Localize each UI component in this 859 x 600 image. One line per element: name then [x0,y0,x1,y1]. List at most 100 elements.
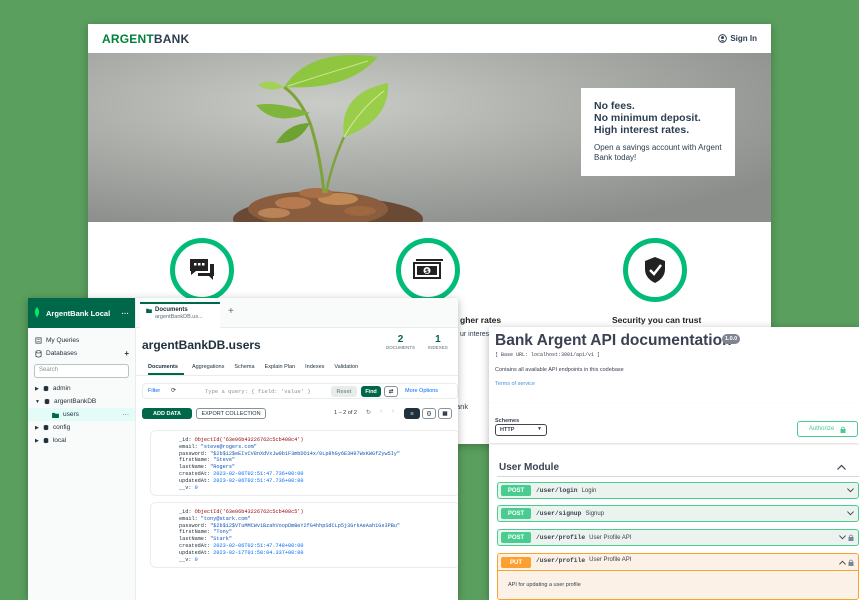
api-description: Contains all available API endpoints in … [495,367,624,373]
operation-path: /user/profile [536,557,586,564]
add-data-button[interactable]: ADD DATA [142,408,192,419]
filter-label[interactable]: Filter [148,388,160,394]
tab-label: Documents [155,307,188,313]
new-tab-button[interactable]: + [228,306,234,317]
subtab-validation[interactable]: Validation [330,360,364,375]
document-card[interactable]: _id: ObjectId('63e06b43226762c5cb408c4')… [150,430,458,497]
my-queries-label: My Queries [46,337,80,344]
subtab-explain-plan[interactable]: Explain Plan [261,360,302,375]
method-badge: PUT [501,557,531,568]
prev-page-icon[interactable]: ‹ [380,408,382,415]
add-database-icon[interactable]: + [124,349,129,358]
scheme-select[interactable]: HTTP ▼ [495,424,547,436]
documents-count: 2 DOCUMENTS [386,334,415,350]
more-options-link[interactable]: More Options [405,388,438,394]
collection-title: argentBankDB.users [142,338,261,352]
api-title: Bank Argent API documentation [495,332,732,349]
expand-caret-icon[interactable]: ▶ [35,386,39,392]
tab-documents[interactable]: Documents argentBankDB.us... [140,302,220,328]
chat-icon [190,259,214,280]
sign-in-link[interactable]: Sign In [718,34,757,43]
chevron-down-icon [847,488,854,493]
next-page-icon[interactable]: › [392,408,394,415]
terms-of-service-link[interactable]: Terms of service [495,381,535,387]
document-card[interactable]: _id: ObjectId('63e06b43226762c5cb408c5')… [150,502,458,569]
collection-item-users[interactable]: users ··· [28,408,135,421]
documents-pane: argentBankDB.users 2 DOCUMENTS 1 INDEXES… [136,328,458,600]
operation-post-user-profile[interactable]: POST /user/profile User Profile API [497,529,859,546]
db-item-local[interactable]: ▶ local [28,434,135,447]
db-label: local [52,437,67,444]
chevron-down-icon [847,511,854,516]
subtab-schema[interactable]: Schema [230,360,260,375]
authorize-button[interactable]: Authorize [797,421,858,437]
operation-post-user-login[interactable]: POST /user/login Login [497,482,859,499]
connection-header[interactable]: ArgentBank Local ··· [28,298,135,328]
query-history-icon[interactable]: ⟳ [171,387,176,394]
compass-window: ArgentBank Local ··· My Queries Database… [28,298,458,600]
doc-firstname-value: "Tony" [213,529,232,536]
operation-post-user-signup[interactable]: POST /user/signup Signup [497,505,859,522]
export-collection-button[interactable]: EXPORT COLLECTION [196,408,266,419]
table-view-icon[interactable]: ▦ [438,408,452,419]
doc-firstname-value: "Steve" [213,457,236,464]
list-view-icon[interactable]: ≡ [404,408,420,419]
subtab-indexes[interactable]: Indexes [301,360,330,375]
database-icon [43,437,49,444]
db-label: config [52,424,71,431]
indexes-count-label: INDEXES [428,345,448,350]
user-module-section-header[interactable]: User Module [497,459,859,477]
reset-button[interactable]: Reset [331,386,357,397]
collapse-caret-icon[interactable]: ▼ [35,399,40,405]
mongodb-leaf-icon [34,307,40,319]
compass-tabbar: Documents argentBankDB.us... + [136,298,458,328]
chevron-down-icon [839,535,846,540]
method-badge: POST [501,485,531,496]
compass-sidebar: ArgentBank Local ··· My Queries Database… [28,298,136,600]
db-label: argentBankDB [53,398,97,405]
expand-caret-icon[interactable]: ▶ [35,438,39,444]
sidebar-item-my-queries[interactable]: My Queries [28,334,135,347]
connection-more-icon[interactable]: ··· [122,309,130,318]
sidebar-search-input[interactable]: Search [34,364,129,378]
query-input[interactable]: Type a query: { field: 'value' } [205,388,311,395]
db-item-admin[interactable]: ▶ admin [28,382,135,395]
operation-summary: Signup [585,510,605,517]
user-circle-icon [718,34,728,43]
chevron-down-icon: ▼ [537,426,542,432]
expand-caret-icon[interactable]: ▶ [35,425,39,431]
db-item-config[interactable]: ▶ config [28,421,135,434]
feature-desc-rates: ur interest [460,331,492,338]
operation-path: /user/login [536,487,578,494]
argent-bank-logo[interactable]: ARGENTBANK [102,32,189,46]
base-url: [ Base URL: localhost:3001/api/v1 ] [495,352,601,358]
sidebar-item-databases[interactable]: Databases + [28,347,135,360]
sign-in-label: Sign In [730,34,757,43]
folder-icon [146,308,152,313]
operation-path: /user/signup [536,510,582,517]
method-badge: POST [501,508,531,519]
query-options-toggle-icon[interactable]: ⇄ [384,386,398,397]
operation-put-user-profile[interactable]: PUT /user/profile User Profile API API f… [497,553,859,600]
doc-createdat-value: 2023-02-06T02:51:47.748+00:00 [213,542,304,549]
find-button[interactable]: Find [361,386,381,397]
json-view-icon[interactable]: {} [422,408,436,419]
subtab-aggregations[interactable]: Aggregations [188,360,230,375]
authorize-label: Authorize [808,426,835,432]
search-placeholder: Search [39,367,59,373]
collection-more-icon[interactable]: ··· [123,411,130,418]
main-nav: ARGENTBANK Sign In [88,24,771,53]
lock-icon[interactable] [848,534,854,541]
refresh-icon[interactable]: ↻ [366,409,371,416]
promo-subtitle-2: No minimum deposit. [594,112,701,124]
doc-updatedat-value: 2023-02-06T02:51:47.736+00:00 [213,477,304,484]
feature-title-security: Security you can trust [612,315,702,325]
database-icon [35,349,42,357]
lock-icon[interactable] [848,559,854,566]
subtab-documents[interactable]: Documents [148,360,184,375]
doc-id-value: ObjectId('63e06b43226762c5cb408c4') [194,437,304,443]
pagination-text: 1 – 2 of 2 [334,410,357,416]
logo-text-bank: BANK [153,31,190,46]
database-icon [44,398,50,405]
db-item-argentbankdb[interactable]: ▼ argentBankDB [28,395,135,408]
